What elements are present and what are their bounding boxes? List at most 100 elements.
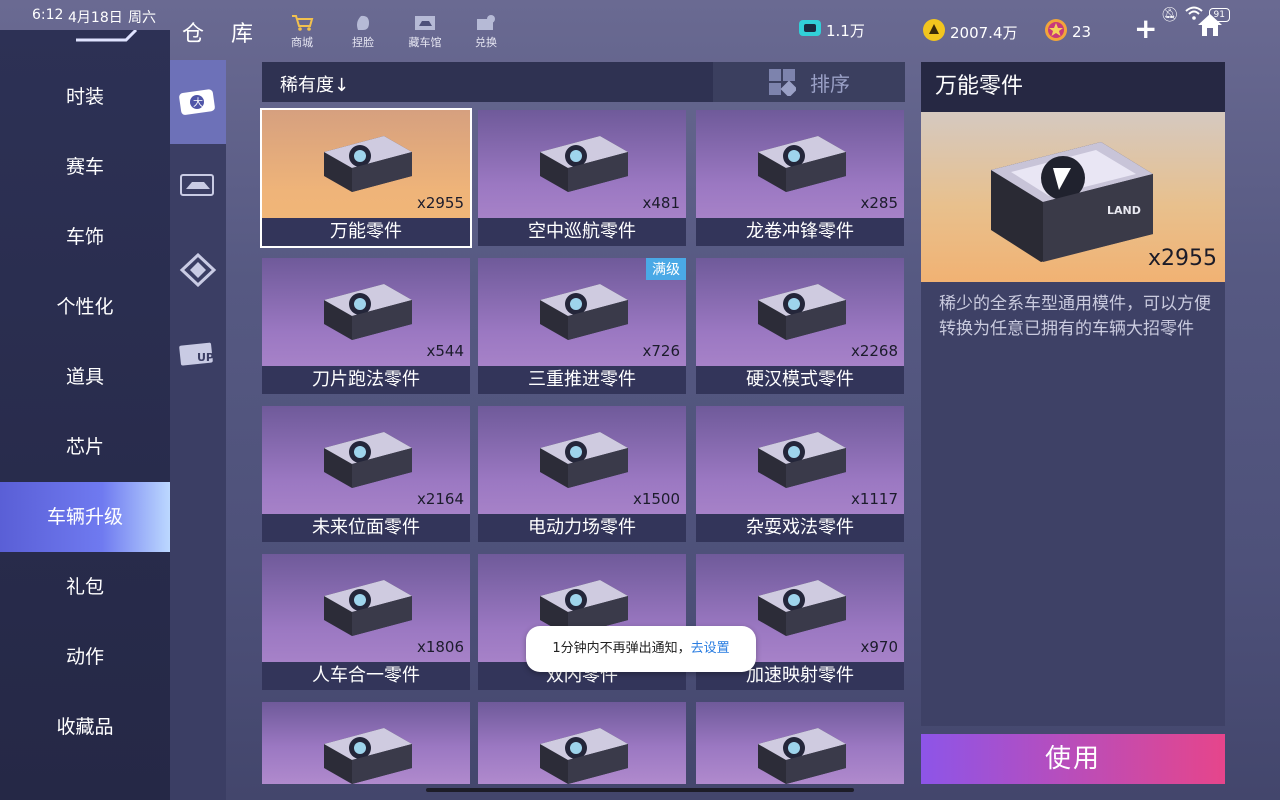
item-card[interactable]: x285 龙卷冲锋零件 (696, 110, 904, 246)
item-quantity: x1500 (632, 490, 680, 508)
item-card[interactable]: x2268 硬汉模式零件 (696, 258, 904, 394)
item-card[interactable] (262, 702, 470, 784)
ticket-icon (798, 18, 822, 42)
nav-item-7[interactable]: 礼包 (0, 552, 170, 622)
part-box-icon (754, 576, 850, 638)
nav-item-1[interactable]: 赛车 (0, 132, 170, 202)
item-quantity: x1806 (416, 638, 464, 656)
currency-1[interactable]: 2007.4万 (922, 18, 1018, 46)
item-card[interactable]: x1117 杂耍戏法零件 (696, 406, 904, 542)
currency-value: 2007.4万 (950, 23, 1018, 42)
top-button-label: 藏车馆 (408, 36, 442, 49)
item-card[interactable]: x481 空中巡航零件 (478, 110, 686, 246)
top-button-3[interactable]: 兑换 (461, 14, 511, 50)
item-card[interactable] (478, 702, 686, 784)
nav-item-0[interactable]: 时装 (0, 62, 170, 132)
top-button-2[interactable]: 藏车馆 (400, 14, 450, 50)
item-name: 空中巡航零件 (478, 218, 686, 246)
nav-item-2[interactable]: 车饰 (0, 202, 170, 272)
status-time: 6:12 (32, 7, 64, 23)
currency-2[interactable]: 23 (1044, 18, 1091, 46)
nav-item-9[interactable]: 收藏品 (0, 692, 170, 762)
item-card[interactable]: x2164 未来位面零件 (262, 406, 470, 542)
item-card[interactable]: x1806 人车合一零件 (262, 554, 470, 690)
notification-toast: 1分钟内不再弹出通知，去设置 (526, 626, 756, 672)
grid-icon (769, 69, 796, 96)
box-label: LAND (1107, 204, 1141, 217)
svg-text:大: 大 (193, 96, 203, 109)
item-card[interactable]: x1500 电动力场零件 (478, 406, 686, 542)
page-title: 仓 库 (182, 22, 263, 47)
status-weekday: 周六 (128, 10, 156, 26)
item-name: 龙卷冲锋零件 (696, 218, 904, 246)
toast-text: 1分钟内不再弹出通知， (552, 641, 691, 656)
svg-text:UP: UP (197, 351, 214, 364)
coin-icon (922, 18, 946, 46)
detail-description: 稀少的全系车型通用模件，可以方便转换为任意已拥有的车辆大招零件 (939, 294, 1211, 339)
nav-item-4[interactable]: 道具 (0, 342, 170, 412)
item-card[interactable]: x2955 万能零件 (260, 108, 472, 248)
detail-title: 万能零件 (921, 62, 1225, 112)
upgrade-card-icon[interactable]: UP (170, 312, 226, 396)
part-box-icon (536, 132, 632, 194)
top-button-0[interactable]: 商城 (277, 14, 327, 50)
detail-quantity: x2955 (1147, 246, 1217, 271)
top-button-label: 兑换 (475, 36, 497, 49)
garage-icon (400, 14, 450, 32)
max-level-badge: 满级 (646, 258, 686, 280)
item-quantity: x2955 (416, 194, 464, 212)
home-indicator[interactable] (426, 788, 854, 792)
item-name: 硬汉模式零件 (696, 366, 904, 394)
star-coin-icon (1044, 18, 1068, 46)
part-box-icon (320, 280, 416, 342)
item-quantity: x1117 (850, 490, 898, 508)
item-quantity: x285 (860, 194, 898, 212)
item-name: 人车合一零件 (262, 662, 470, 690)
part-box-icon (320, 132, 416, 194)
rarity-sort-button[interactable]: 稀有度↓ (280, 71, 349, 97)
item-name: 杂耍戏法零件 (696, 514, 904, 542)
part-box-icon (754, 724, 850, 786)
currency-value: 1.1万 (826, 21, 865, 40)
item-name: 未来位面零件 (262, 514, 470, 542)
item-quantity: x544 (426, 342, 464, 360)
item-name: 电动力场零件 (478, 514, 686, 542)
home-icon[interactable] (1196, 12, 1224, 42)
add-button[interactable]: + (1134, 12, 1157, 45)
nav-item-3[interactable]: 个性化 (0, 272, 170, 342)
car-card-icon[interactable] (170, 144, 226, 228)
part-box-icon (320, 428, 416, 490)
sort-bar: 稀有度↓ 排序 (262, 62, 905, 102)
face-icon (338, 14, 388, 32)
item-quantity: x481 (642, 194, 680, 212)
item-card[interactable] (696, 702, 904, 784)
logo-stripe-icon (76, 30, 138, 42)
left-nav: 时装 赛车 车饰 个性化 道具 芯片 车辆升级 礼包 动作 收藏品 (0, 30, 170, 800)
exchange-icon (461, 14, 511, 32)
part-box-icon (754, 132, 850, 194)
mute-bell-icon: 🔕︎ (1160, 7, 1179, 23)
item-name: 刀片跑法零件 (262, 366, 470, 394)
part-box-icon (754, 428, 850, 490)
nav-item-8[interactable]: 动作 (0, 622, 170, 692)
top-button-label: 捏脸 (352, 36, 374, 49)
part-box-icon (320, 576, 416, 638)
status-date: 4月18日 (68, 10, 123, 26)
part-box-icon (754, 280, 850, 342)
parts-icon[interactable] (170, 228, 226, 312)
ticket-category-icon[interactable]: 大 (170, 60, 226, 144)
sort-label: 排序 (810, 71, 850, 96)
sort-button[interactable]: 排序 (713, 62, 905, 102)
item-card[interactable]: x726 满级 三重推进零件 (478, 258, 686, 394)
nav-item-6[interactable]: 车辆升级 (0, 482, 170, 552)
item-card[interactable]: x544 刀片跑法零件 (262, 258, 470, 394)
part-box-icon (536, 280, 632, 342)
toast-settings-link[interactable]: 去设置 (691, 641, 730, 656)
item-name: 万能零件 (262, 218, 470, 246)
top-button-1[interactable]: 捏脸 (338, 14, 388, 50)
item-quantity: x726 (642, 342, 680, 360)
use-button[interactable]: 使用 (921, 734, 1225, 784)
currency-0[interactable]: 1.1万 (798, 18, 865, 42)
currency-value: 23 (1072, 23, 1092, 41)
nav-item-5[interactable]: 芯片 (0, 412, 170, 482)
